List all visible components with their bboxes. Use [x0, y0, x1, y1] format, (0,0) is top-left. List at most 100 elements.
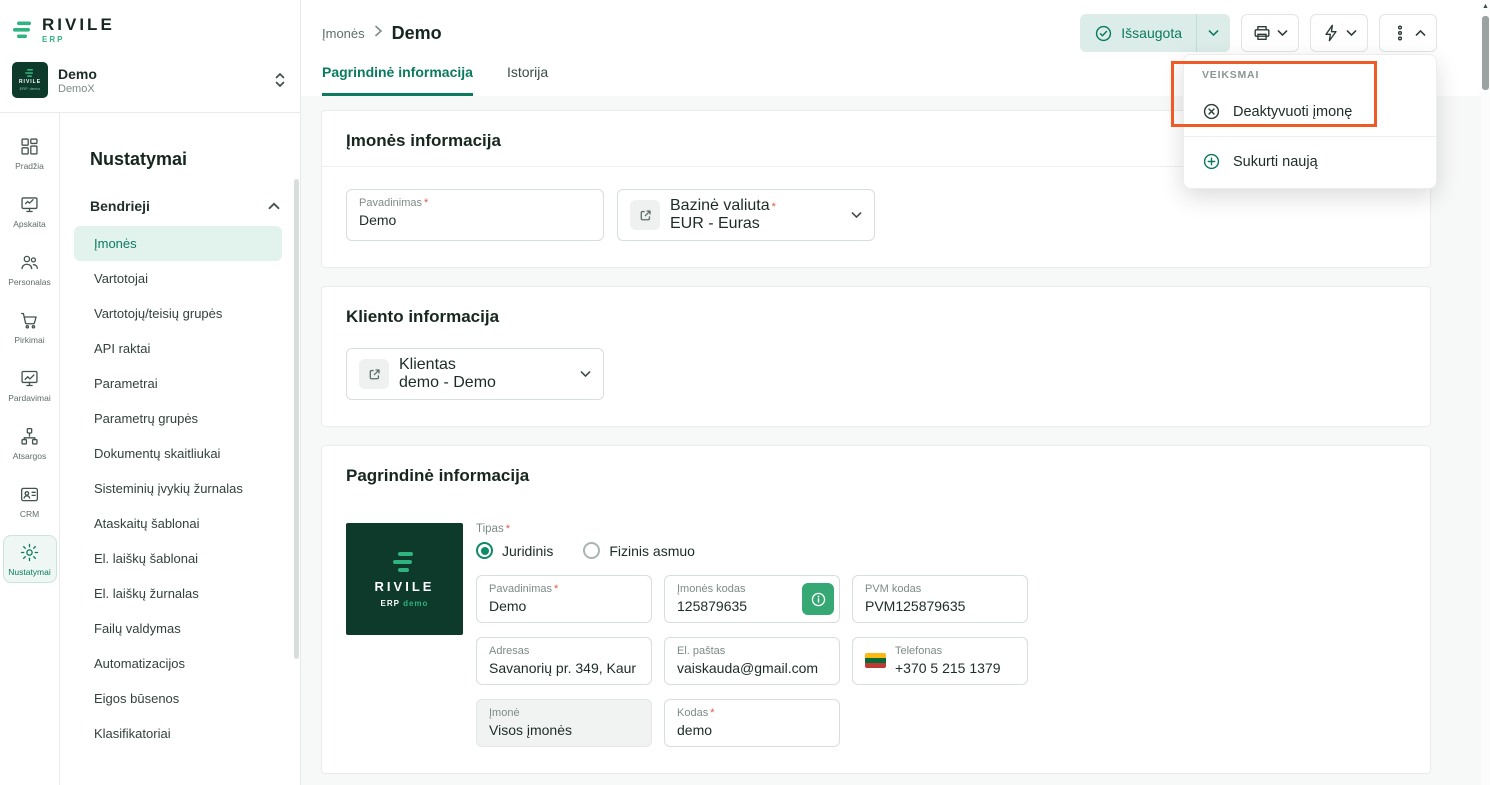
rail-item-pradzia[interactable]: Pradžia [3, 129, 57, 177]
gear-icon [19, 542, 40, 563]
menu-item-deactivate-company[interactable]: Deaktyvuoti įmonę [1184, 89, 1436, 134]
rail-item-personalas[interactable]: Personalas [3, 245, 57, 293]
cart-icon [19, 310, 40, 331]
rail-item-nustatymai[interactable]: Nustatymai [3, 535, 57, 583]
scrollbar-up-arrow[interactable]: ▲ [1481, 0, 1490, 10]
info-icon [810, 591, 827, 608]
sidebar-item-eigos-busenos[interactable]: Eigos būsenos [74, 681, 282, 716]
card-main-info: Pagrindinė informacija RIVILE ERP demo T… [321, 445, 1431, 774]
company-logo: RIVILE ERP demo [12, 62, 48, 98]
sidebar-item-imones[interactable]: Įmonės [74, 226, 282, 261]
settings-menu: Nustatymai Bendrieji Įmonės Vartotojai V… [60, 113, 300, 785]
code-field[interactable]: Kodas* demo [664, 699, 840, 747]
sidebar-scrollbar[interactable] [294, 179, 299, 659]
zap-icon [1321, 23, 1341, 43]
rail-item-atsargos[interactable]: Atsargos [3, 419, 57, 467]
external-link-icon[interactable] [359, 359, 389, 389]
sidebar-item-parametru-grupes[interactable]: Parametrų grupės [74, 401, 282, 436]
saved-dropdown-caret[interactable] [1196, 14, 1230, 52]
sidebar-item-automatizacijos[interactable]: Automatizacijos [74, 646, 282, 681]
radio-fizinis-asmuo[interactable]: Fizinis asmuo [583, 542, 695, 559]
app-root: RIVILE ERP RIVILE ERP demo Demo DemoX [0, 0, 1490, 785]
lithuania-flag-icon[interactable] [865, 653, 886, 668]
sidebar-item-dokumentu-skaitliukai[interactable]: Dokumentų skaitliukai [74, 436, 282, 471]
saved-label: Išsaugota [1121, 25, 1182, 41]
sidebar-item-klasifikatoriai[interactable]: Klasifikatoriai [74, 716, 282, 751]
rivile-logo-icon [12, 19, 34, 41]
company-code: DemoX [58, 83, 264, 95]
base-currency-value: EUR - Euras [670, 215, 841, 233]
sidebar-item-api-raktai[interactable]: API raktai [74, 331, 282, 366]
email-field[interactable]: El. paštas vaiskauda@gmail.com [664, 637, 840, 685]
crm-icon [19, 484, 40, 505]
client-value: demo - Demo [399, 374, 570, 392]
rail-item-pirkimai[interactable]: Pirkimai [3, 303, 57, 351]
check-circle-icon [1094, 24, 1113, 43]
company-scope-field: Įmonė Visos įmonės [476, 699, 652, 747]
rail-item-crm[interactable]: CRM [3, 477, 57, 525]
content-area: Įmonės informacija Pavadinimas* Demo Baz… [301, 96, 1490, 785]
tab-istorija[interactable]: Istorija [507, 64, 548, 96]
rail-item-apskaita[interactable]: Apskaita [3, 187, 57, 235]
icon-rail: Pradžia Apskaita Personalas Pirkimai Par… [0, 113, 60, 785]
company-name: Demo [58, 66, 264, 82]
sidebar-item-el-laisku-zurnalas[interactable]: El. laiškų žurnalas [74, 576, 282, 611]
left-sidebar: RIVILE ERP RIVILE ERP demo Demo DemoX [0, 0, 301, 785]
plus-circle-icon [1202, 152, 1221, 171]
name-field[interactable]: Pavadinimas* Demo [476, 575, 652, 623]
radio-dot [476, 542, 493, 559]
sidebar-title: Nustatymai [60, 137, 300, 190]
type-radio-group: Juridinis Fizinis asmuo [476, 542, 1406, 559]
sidebar-item-ataskaitu-sablonai[interactable]: Ataskaitų šablonai [74, 506, 282, 541]
automation-button[interactable] [1310, 14, 1368, 52]
inventory-icon [19, 426, 40, 447]
printer-icon [1252, 23, 1272, 43]
brand-sub: ERP [42, 35, 115, 44]
menu-item-create-new[interactable]: Sukurti naują [1184, 139, 1436, 184]
card-title: Pagrindinė informacija [322, 446, 1430, 501]
sidebar-item-sisteminiu-ivykiu-zurnalas[interactable]: Sisteminių įvykių žurnalas [74, 471, 282, 506]
base-currency-select[interactable]: Bazinė valiuta* EUR - Euras [617, 189, 875, 241]
page-scrollbar[interactable]: ▲ [1481, 0, 1490, 785]
radio-juridinis[interactable]: Juridinis [476, 542, 553, 559]
company-switcher[interactable]: RIVILE ERP demo Demo DemoX [0, 56, 300, 113]
sidebar-item-vartotoju-grupes[interactable]: Vartotojų/teisių grupės [74, 296, 282, 331]
saved-split-button[interactable]: Išsaugota [1080, 14, 1230, 52]
print-button[interactable] [1241, 14, 1299, 52]
vat-code-field[interactable]: PVM kodas PVM125879635 [852, 575, 1028, 623]
scrollbar-thumb[interactable] [1482, 16, 1489, 90]
menu-divider [1184, 136, 1436, 137]
chevron-up-icon [268, 202, 280, 210]
chevron-down-icon [851, 211, 862, 219]
chevron-down-icon [580, 370, 591, 378]
toolbar-actions: Išsaugota [1080, 14, 1437, 52]
card-client-info: Kliento informacija Klientas demo - Demo [321, 286, 1431, 427]
company-code-lookup-button[interactable] [802, 583, 834, 615]
company-name-field[interactable]: Pavadinimas* Demo [346, 189, 604, 241]
radio-dot [583, 542, 600, 559]
sales-icon [19, 368, 40, 389]
client-select[interactable]: Klientas demo - Demo [346, 348, 604, 400]
tab-pagrindine-informacija[interactable]: Pagrindinė informacija [322, 64, 473, 96]
kebab-icon [1390, 23, 1410, 43]
sidebar-section-bendrieji[interactable]: Bendrieji [60, 190, 300, 226]
unfold-icon [274, 71, 286, 89]
app-logo: RIVILE ERP [0, 0, 300, 56]
external-link-icon[interactable] [630, 200, 660, 230]
more-actions-button[interactable] [1379, 14, 1437, 52]
chevron-right-icon [374, 24, 383, 42]
phone-field[interactable]: Telefonas +370 5 215 1379 [852, 637, 1028, 685]
sidebar-item-failu-valdymas[interactable]: Failų valdymas [74, 611, 282, 646]
actions-dropdown-menu: VEIKSMAI Deaktyvuoti įmonę Sukurti naują [1183, 54, 1437, 189]
company-logo-image: RIVILE ERP demo [346, 523, 463, 635]
breadcrumb-parent[interactable]: Įmonės [322, 26, 365, 41]
sidebar-item-vartotojai[interactable]: Vartotojai [74, 261, 282, 296]
dashboard-icon [19, 136, 40, 157]
sidebar-item-parametrai[interactable]: Parametrai [74, 366, 282, 401]
rail-item-pardavimai[interactable]: Pardavimai [3, 361, 57, 409]
topbar: Įmonės Demo Išsaugota [301, 0, 1490, 60]
card-title: Kliento informacija [322, 287, 1430, 342]
sidebar-item-el-laisku-sablonai[interactable]: El. laiškų šablonai [74, 541, 282, 576]
company-code-field[interactable]: Įmonės kodas 125879635 [664, 575, 840, 623]
address-field[interactable]: Adresas Savanorių pr. 349, Kaur [476, 637, 652, 685]
